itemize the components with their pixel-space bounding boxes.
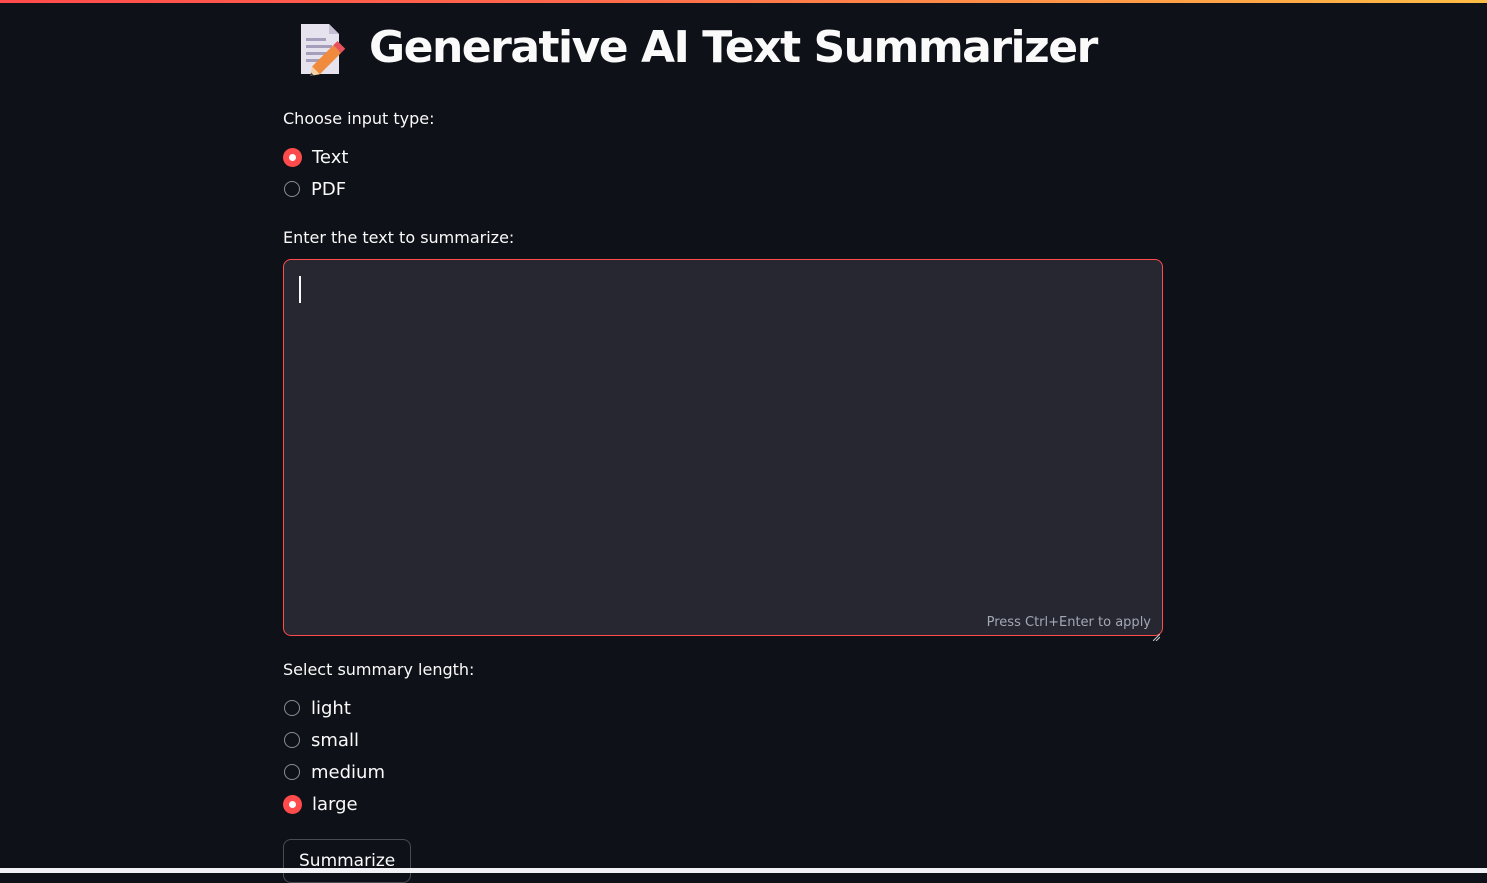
top-decoration-bar <box>0 0 1487 3</box>
radio-unchecked-icon <box>284 181 300 197</box>
summarize-button[interactable]: Summarize <box>283 839 411 883</box>
radio-option-small[interactable]: small <box>283 724 385 756</box>
summary-length-label: Select summary length: <box>283 660 474 679</box>
radio-label: Text <box>312 147 348 168</box>
text-input-container: Press Ctrl+Enter to apply <box>283 259 1163 636</box>
text-cursor <box>299 276 301 303</box>
resize-handle-icon[interactable] <box>1153 626 1160 633</box>
input-type-label: Choose input type: <box>283 109 435 128</box>
radio-label: medium <box>311 762 385 783</box>
text-input-area[interactable] <box>284 260 1162 635</box>
bottom-edge-strip <box>0 868 1487 873</box>
radio-unchecked-icon <box>284 764 300 780</box>
radio-unchecked-icon <box>284 732 300 748</box>
radio-option-medium[interactable]: medium <box>283 756 385 788</box>
radio-label: small <box>311 730 359 751</box>
text-input-label: Enter the text to summarize: <box>283 228 514 247</box>
radio-label: light <box>311 698 351 719</box>
radio-unchecked-icon <box>284 700 300 716</box>
radio-checked-icon <box>283 148 302 167</box>
page-title: Generative AI Text Summarizer <box>369 18 1097 78</box>
memo-icon <box>295 18 347 78</box>
radio-option-text[interactable]: Text <box>283 141 348 173</box>
radio-checked-icon <box>283 795 302 814</box>
radio-label: PDF <box>311 179 346 200</box>
apply-hint: Press Ctrl+Enter to apply <box>987 615 1151 630</box>
radio-label: large <box>312 794 358 815</box>
radio-option-light[interactable]: light <box>283 692 385 724</box>
radio-option-large[interactable]: large <box>283 788 385 820</box>
radio-option-pdf[interactable]: PDF <box>283 173 348 205</box>
summary-length-radio-group: light small medium large <box>283 692 385 820</box>
title-row: Generative AI Text Summarizer <box>295 18 1097 78</box>
input-type-radio-group: Text PDF <box>283 141 348 205</box>
